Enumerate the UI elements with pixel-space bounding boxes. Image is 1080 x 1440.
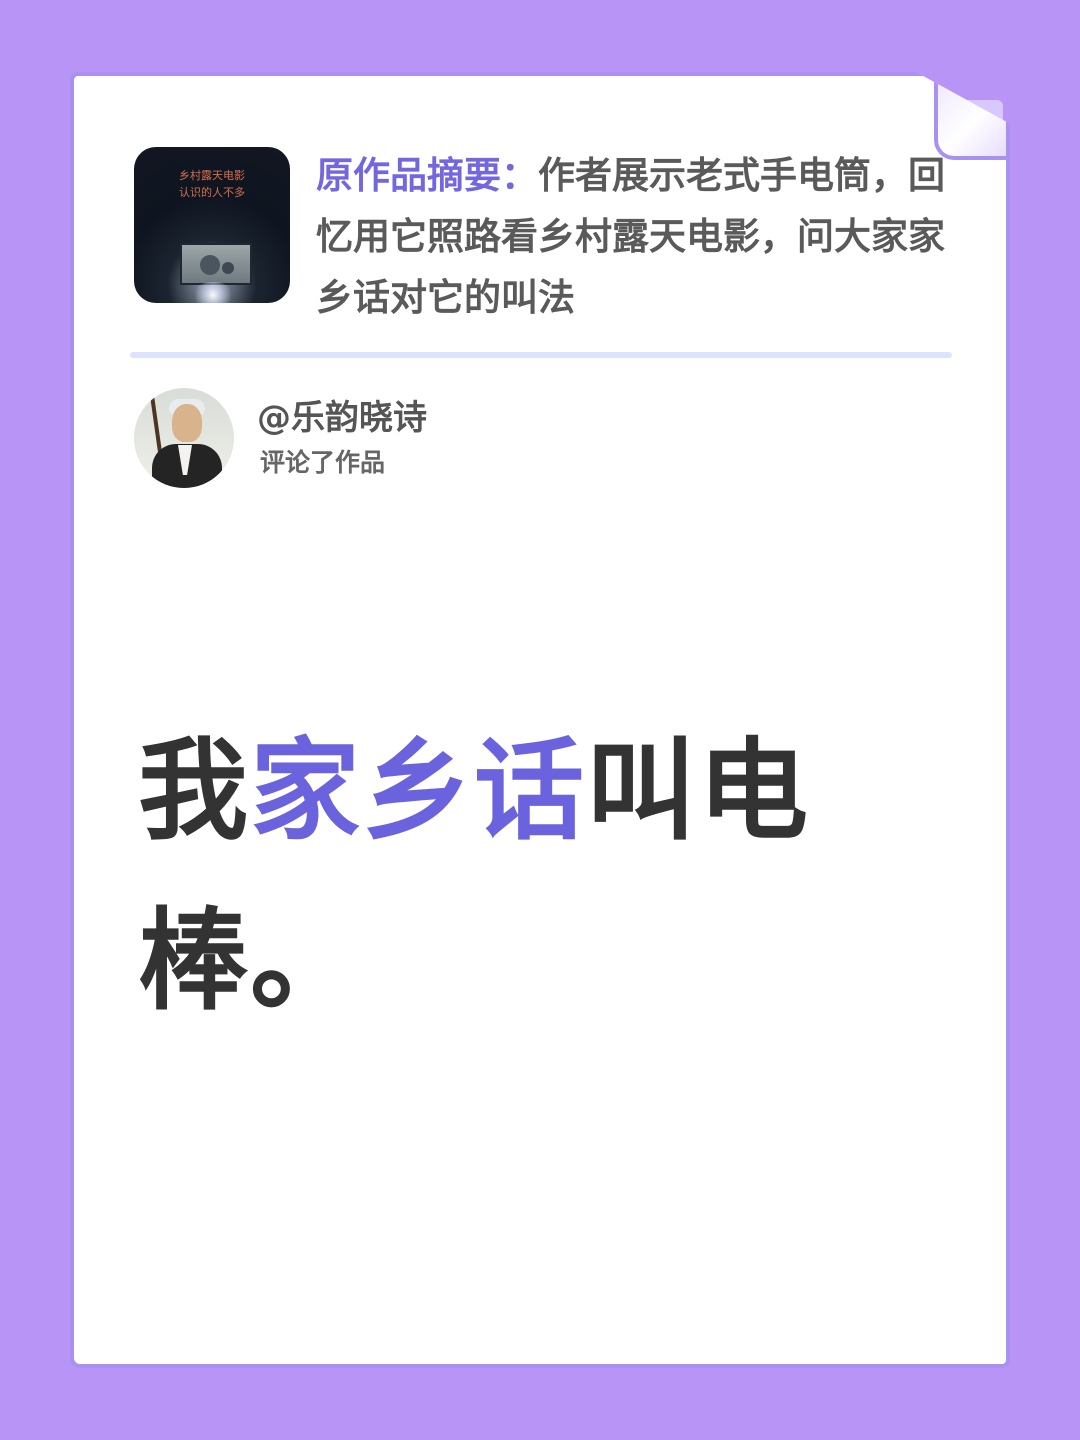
avatar[interactable] xyxy=(134,388,234,488)
outdoor-movie-screen xyxy=(180,243,252,285)
original-work-summary: 乡村露天电影 认识的人不多 原作品摘要：作者展示老式手电筒，回忆用它照路看乡村露… xyxy=(134,147,959,319)
comment-prefix: 我 xyxy=(138,727,250,855)
summary-label: 原作品摘要： xyxy=(316,154,538,197)
user-name[interactable]: @乐韵晓诗 xyxy=(257,398,427,438)
summary-text: 原作品摘要：作者展示老式手电筒，回忆用它照路看乡村露天电影，问大家家乡话对它的叫… xyxy=(316,145,956,328)
avatar-face xyxy=(172,404,202,442)
comment-author: @乐韵晓诗 评论了作品 xyxy=(134,388,634,488)
comment-highlight: 家乡话 xyxy=(250,727,586,855)
thumbnail-title-line-1: 乡村露天电影 xyxy=(179,169,245,182)
flashlight-glow xyxy=(192,282,234,303)
comment-action-text: 评论了作品 xyxy=(260,448,386,477)
video-thumbnail[interactable]: 乡村露天电影 认识的人不多 xyxy=(134,147,290,303)
comment-text: 我家乡话叫电棒。 xyxy=(138,706,858,1046)
thumbnail-title-line-2: 认识的人不多 xyxy=(179,186,245,199)
section-divider xyxy=(130,352,952,358)
